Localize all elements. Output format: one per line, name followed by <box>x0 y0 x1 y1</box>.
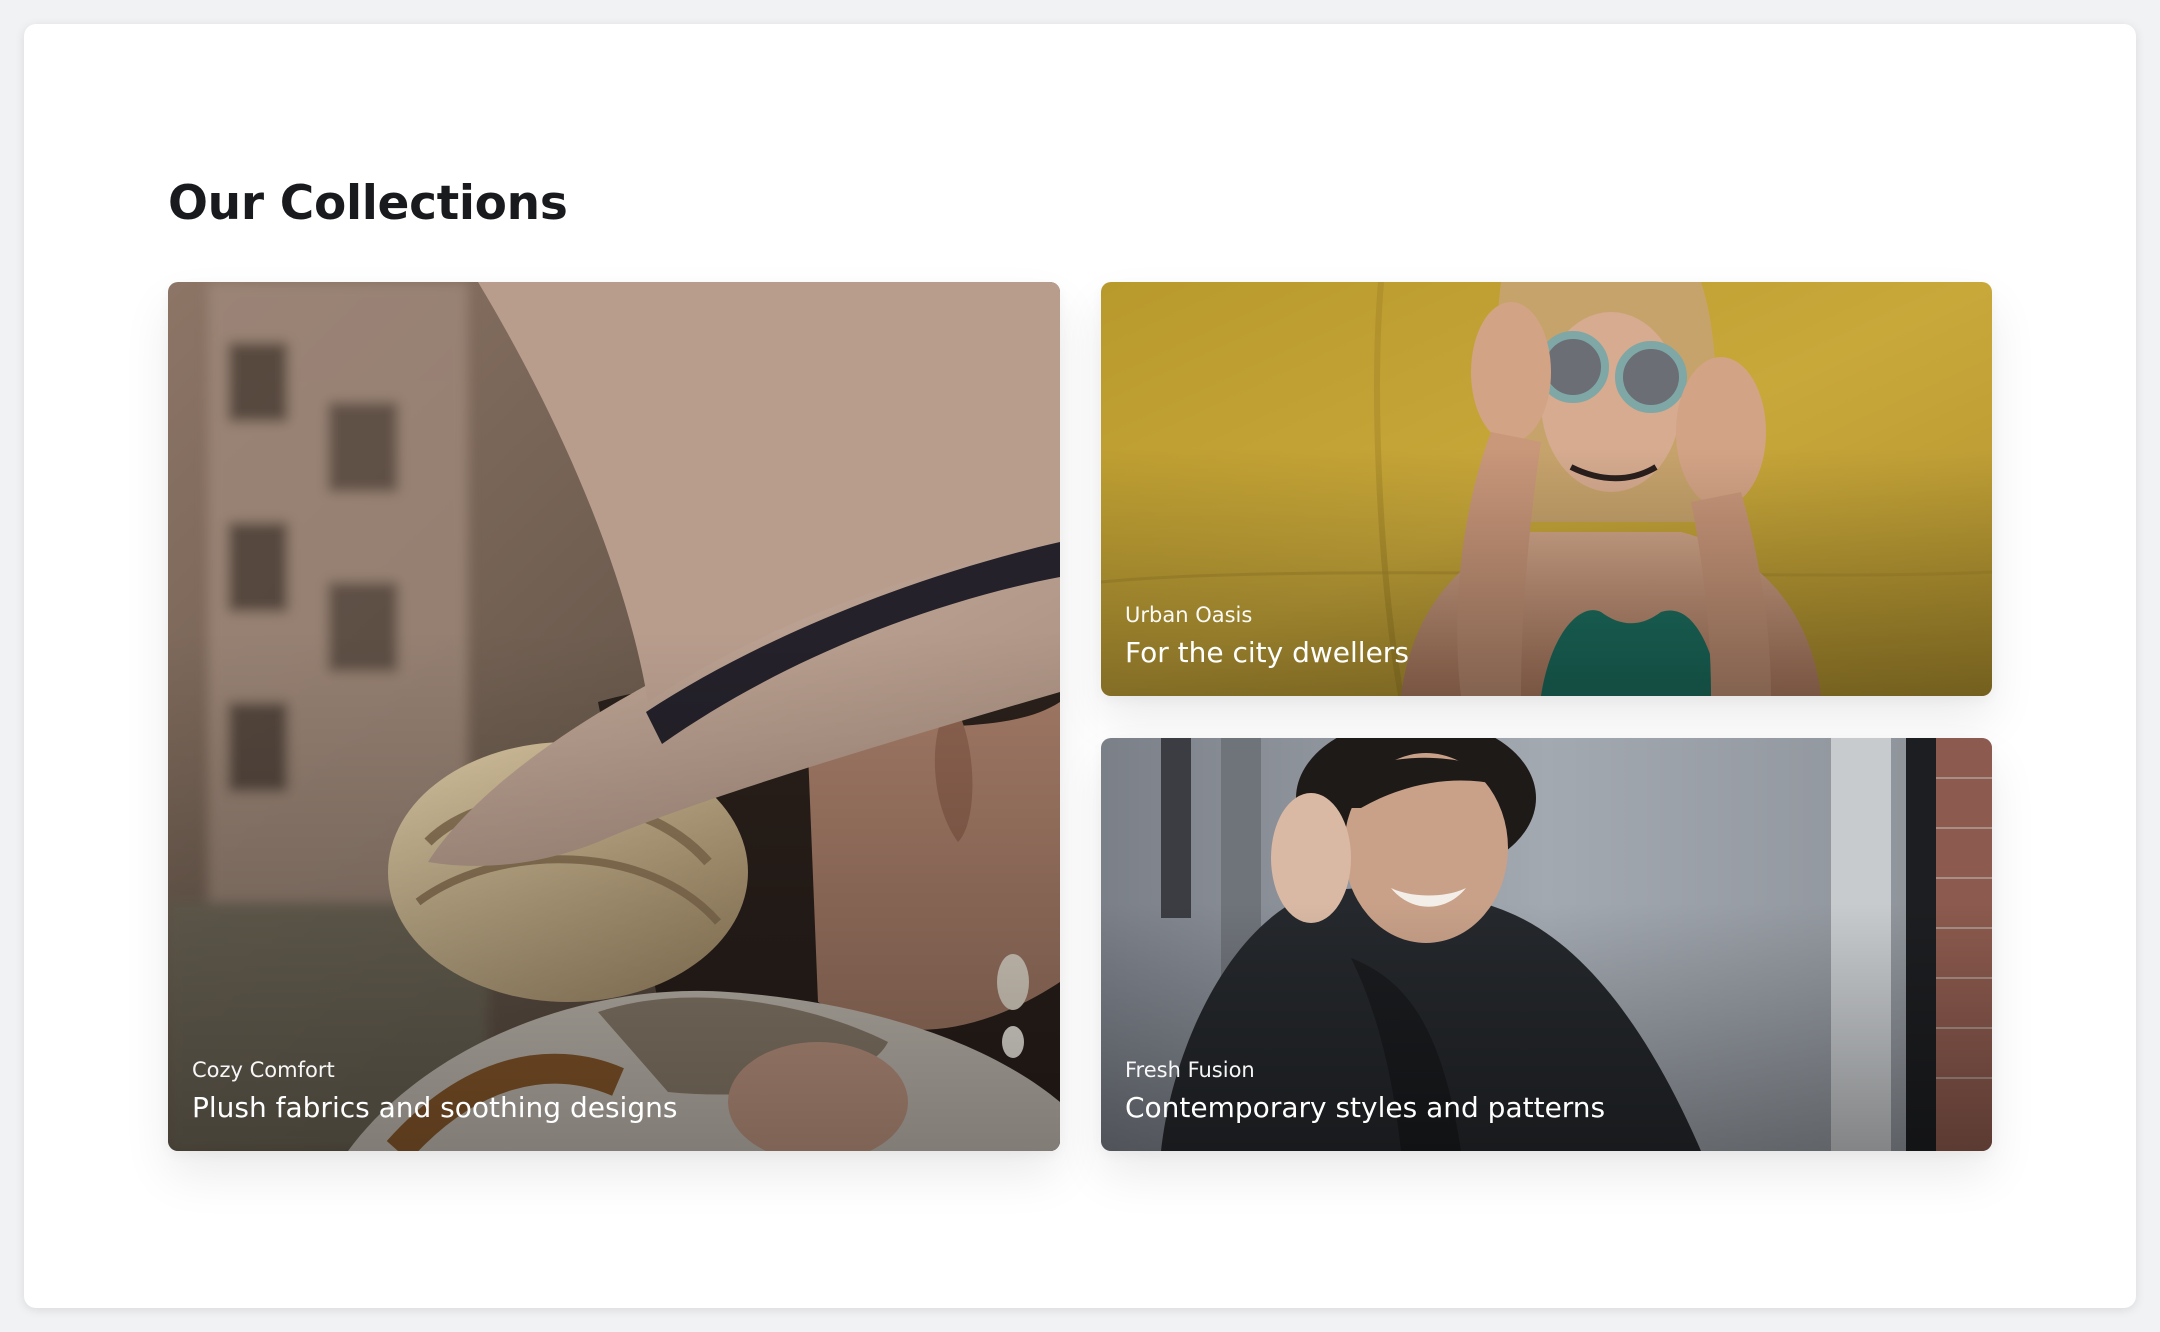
collection-description: Plush fabrics and soothing designs <box>192 1091 678 1124</box>
collections-panel: Our Collections Cozy Comfort Plush fabri… <box>24 24 2136 1308</box>
collection-name: Cozy Comfort <box>192 1057 335 1082</box>
card-caption: Urban Oasis For the city dwellers <box>1125 602 1409 670</box>
collection-name: Fresh Fusion <box>1125 1057 1255 1082</box>
card-caption: Fresh Fusion Contemporary styles and pat… <box>1125 1057 1605 1125</box>
collection-card-fresh-fusion[interactable]: Fresh Fusion Contemporary styles and pat… <box>1101 738 1992 1151</box>
collection-name: Urban Oasis <box>1125 602 1253 627</box>
collection-card-cozy-comfort[interactable]: Cozy Comfort Plush fabrics and soothing … <box>168 282 1060 1151</box>
collection-card-urban-oasis[interactable]: Urban Oasis For the city dwellers <box>1101 282 1992 696</box>
collection-description: For the city dwellers <box>1125 636 1409 669</box>
card-caption: Cozy Comfort Plush fabrics and soothing … <box>192 1057 677 1125</box>
section-title: Our Collections <box>168 176 568 231</box>
collection-description: Contemporary styles and patterns <box>1125 1091 1606 1124</box>
